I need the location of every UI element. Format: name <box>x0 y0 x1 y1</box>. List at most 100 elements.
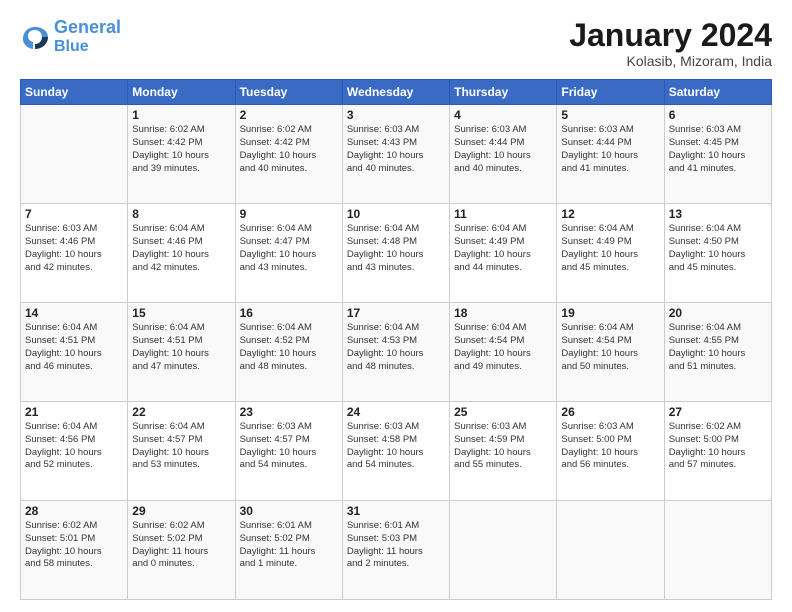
table-row: 19Sunrise: 6:04 AM Sunset: 4:54 PM Dayli… <box>557 303 664 402</box>
table-row: 26 Sunrise: 6:03 AM Sunset: 5:00 PM Dayli… <box>557 402 664 501</box>
day-number: 28 <box>25 504 123 518</box>
day-number: 20 <box>669 306 767 320</box>
week-row-5: 28 Sunrise: 6:02 AM Sunset: 5:01 PM Dayli… <box>21 501 772 600</box>
table-row: 3Sunrise: 6:03 AM Sunset: 4:43 PM Daylig… <box>342 105 449 204</box>
day-number: 3 <box>347 108 445 122</box>
logo: General Blue <box>20 18 121 55</box>
table-row: 16 Sunrise: 6:04 AM Sunset: 4:52 PM Dayli… <box>235 303 342 402</box>
table-row: 23Sunrise: 6:03 AM Sunset: 4:57 PM Dayli… <box>235 402 342 501</box>
day-info: Sunrise: 6:04 AM Sunset: 4:55 PM Dayligh… <box>669 322 767 373</box>
day-number: 12 <box>561 207 659 221</box>
table-row <box>21 105 128 204</box>
day-number: 24 <box>347 405 445 419</box>
col-friday: Friday <box>557 80 664 105</box>
day-number: 18 <box>454 306 552 320</box>
day-number: 21 <box>25 405 123 419</box>
logo-subtext: Blue <box>54 38 121 56</box>
day-number: 5 <box>561 108 659 122</box>
col-saturday: Saturday <box>664 80 771 105</box>
day-info: Sunrise: 6:04 AM Sunset: 4:52 PM Dayligh… <box>240 322 338 373</box>
table-row: 4 Sunrise: 6:03 AM Sunset: 4:44 PM Daylig… <box>450 105 557 204</box>
day-number: 15 <box>132 306 230 320</box>
table-row: 28 Sunrise: 6:02 AM Sunset: 5:01 PM Dayli… <box>21 501 128 600</box>
week-row-4: 21 Sunrise: 6:04 AM Sunset: 4:56 PM Dayli… <box>21 402 772 501</box>
day-info: Sunrise: 6:04 AM Sunset: 4:49 PM Dayligh… <box>454 223 552 274</box>
day-number: 19 <box>561 306 659 320</box>
day-number: 31 <box>347 504 445 518</box>
table-row: 14Sunrise: 6:04 AM Sunset: 4:51 PM Dayli… <box>21 303 128 402</box>
day-info: Sunrise: 6:03 AM Sunset: 4:44 PM Dayligh… <box>561 124 659 175</box>
day-info: Sunrise: 6:04 AM Sunset: 4:53 PM Dayligh… <box>347 322 445 373</box>
table-row: 29Sunrise: 6:02 AM Sunset: 5:02 PM Dayli… <box>128 501 235 600</box>
day-info: Sunrise: 6:02 AM Sunset: 5:02 PM Dayligh… <box>132 520 230 571</box>
day-number: 25 <box>454 405 552 419</box>
table-row: 30Sunrise: 6:01 AM Sunset: 5:02 PM Dayli… <box>235 501 342 600</box>
day-info: Sunrise: 6:03 AM Sunset: 4:45 PM Dayligh… <box>669 124 767 175</box>
day-info: Sunrise: 6:04 AM Sunset: 4:49 PM Dayligh… <box>561 223 659 274</box>
day-info: Sunrise: 6:04 AM Sunset: 4:46 PM Dayligh… <box>132 223 230 274</box>
day-info: Sunrise: 6:03 AM Sunset: 4:44 PM Dayligh… <box>454 124 552 175</box>
day-info: Sunrise: 6:03 AM Sunset: 4:57 PM Dayligh… <box>240 421 338 472</box>
day-info: Sunrise: 6:01 AM Sunset: 5:03 PM Dayligh… <box>347 520 445 571</box>
week-row-1: 1Sunrise: 6:02 AM Sunset: 4:42 PM Daylig… <box>21 105 772 204</box>
day-number: 27 <box>669 405 767 419</box>
table-row: 31 Sunrise: 6:01 AM Sunset: 5:03 PM Dayli… <box>342 501 449 600</box>
col-wednesday: Wednesday <box>342 80 449 105</box>
table-row: 9Sunrise: 6:04 AM Sunset: 4:47 PM Daylig… <box>235 204 342 303</box>
table-row: 21 Sunrise: 6:04 AM Sunset: 4:56 PM Dayli… <box>21 402 128 501</box>
day-number: 1 <box>132 108 230 122</box>
table-row <box>664 501 771 600</box>
calendar-header-row: Sunday Monday Tuesday Wednesday Thursday… <box>21 80 772 105</box>
day-info: Sunrise: 6:02 AM Sunset: 5:01 PM Dayligh… <box>25 520 123 571</box>
day-number: 17 <box>347 306 445 320</box>
day-number: 11 <box>454 207 552 221</box>
table-row: 12 Sunrise: 6:04 AM Sunset: 4:49 PM Dayli… <box>557 204 664 303</box>
day-number: 4 <box>454 108 552 122</box>
table-row: 13Sunrise: 6:04 AM Sunset: 4:50 PM Dayli… <box>664 204 771 303</box>
week-row-3: 14Sunrise: 6:04 AM Sunset: 4:51 PM Dayli… <box>21 303 772 402</box>
day-number: 9 <box>240 207 338 221</box>
day-number: 8 <box>132 207 230 221</box>
day-info: Sunrise: 6:04 AM Sunset: 4:51 PM Dayligh… <box>132 322 230 373</box>
col-sunday: Sunday <box>21 80 128 105</box>
col-tuesday: Tuesday <box>235 80 342 105</box>
day-number: 6 <box>669 108 767 122</box>
day-info: Sunrise: 6:03 AM Sunset: 4:46 PM Dayligh… <box>25 223 123 274</box>
table-row: 27 Sunrise: 6:02 AM Sunset: 5:00 PM Dayli… <box>664 402 771 501</box>
table-row: 18 Sunrise: 6:04 AM Sunset: 4:54 PM Dayli… <box>450 303 557 402</box>
table-row: 17 Sunrise: 6:04 AM Sunset: 4:53 PM Dayli… <box>342 303 449 402</box>
page: General Blue January 2024 Kolasib, Mizor… <box>0 0 792 612</box>
day-info: Sunrise: 6:04 AM Sunset: 4:54 PM Dayligh… <box>454 322 552 373</box>
day-number: 16 <box>240 306 338 320</box>
day-info: Sunrise: 6:03 AM Sunset: 4:58 PM Dayligh… <box>347 421 445 472</box>
day-info: Sunrise: 6:04 AM Sunset: 4:57 PM Dayligh… <box>132 421 230 472</box>
table-row: 20 Sunrise: 6:04 AM Sunset: 4:55 PM Dayli… <box>664 303 771 402</box>
logo-icon <box>20 22 50 52</box>
table-row: 24 Sunrise: 6:03 AM Sunset: 4:58 PM Dayli… <box>342 402 449 501</box>
table-row: 2Sunrise: 6:02 AM Sunset: 4:42 PM Daylig… <box>235 105 342 204</box>
day-info: Sunrise: 6:04 AM Sunset: 4:51 PM Dayligh… <box>25 322 123 373</box>
table-row: 7Sunrise: 6:03 AM Sunset: 4:46 PM Daylig… <box>21 204 128 303</box>
col-monday: Monday <box>128 80 235 105</box>
table-row: 8 Sunrise: 6:04 AM Sunset: 4:46 PM Daylig… <box>128 204 235 303</box>
day-info: Sunrise: 6:04 AM Sunset: 4:56 PM Dayligh… <box>25 421 123 472</box>
table-row: 5 Sunrise: 6:03 AM Sunset: 4:44 PM Daylig… <box>557 105 664 204</box>
table-row: 22 Sunrise: 6:04 AM Sunset: 4:57 PM Dayli… <box>128 402 235 501</box>
table-row: 1Sunrise: 6:02 AM Sunset: 4:42 PM Daylig… <box>128 105 235 204</box>
col-thursday: Thursday <box>450 80 557 105</box>
table-row: 11 Sunrise: 6:04 AM Sunset: 4:49 PM Dayli… <box>450 204 557 303</box>
table-row <box>450 501 557 600</box>
day-info: Sunrise: 6:03 AM Sunset: 4:59 PM Dayligh… <box>454 421 552 472</box>
week-row-2: 7Sunrise: 6:03 AM Sunset: 4:46 PM Daylig… <box>21 204 772 303</box>
day-info: Sunrise: 6:03 AM Sunset: 5:00 PM Dayligh… <box>561 421 659 472</box>
day-info: Sunrise: 6:02 AM Sunset: 5:00 PM Dayligh… <box>669 421 767 472</box>
table-row: 15 Sunrise: 6:04 AM Sunset: 4:51 PM Dayli… <box>128 303 235 402</box>
header: General Blue January 2024 Kolasib, Mizor… <box>20 18 772 69</box>
table-row: 6 Sunrise: 6:03 AM Sunset: 4:45 PM Daylig… <box>664 105 771 204</box>
day-info: Sunrise: 6:04 AM Sunset: 4:48 PM Dayligh… <box>347 223 445 274</box>
day-info: Sunrise: 6:04 AM Sunset: 4:50 PM Dayligh… <box>669 223 767 274</box>
logo-text: General <box>54 18 121 38</box>
day-number: 22 <box>132 405 230 419</box>
table-row: 10Sunrise: 6:04 AM Sunset: 4:48 PM Dayli… <box>342 204 449 303</box>
day-number: 26 <box>561 405 659 419</box>
